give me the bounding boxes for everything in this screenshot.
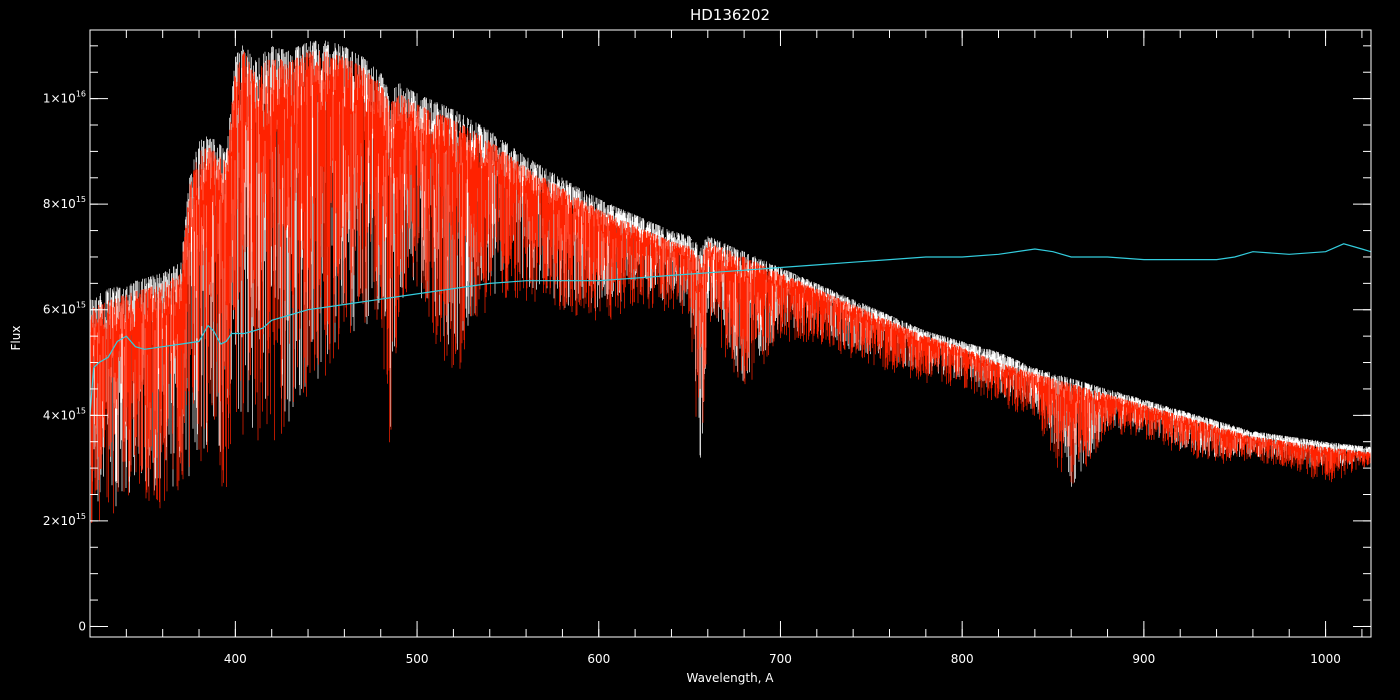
chart-title: HD136202: [690, 6, 770, 24]
x-tick-label: 1000: [1310, 652, 1341, 666]
x-tick-label: 700: [769, 652, 792, 666]
x-tick-label: 600: [587, 652, 610, 666]
x-tick-label: 800: [951, 652, 974, 666]
x-tick-label: 500: [406, 652, 429, 666]
x-tick-label: 900: [1132, 652, 1155, 666]
y-tick-label: 0: [78, 619, 86, 633]
x-axis-label: Wavelength, A: [686, 671, 774, 685]
x-tick-label: 400: [224, 652, 247, 666]
y-axis-label: Flux: [9, 326, 23, 351]
spectrum-chart: HD136202 Wavelength, A Flux 400 500 600 700…: [0, 0, 1400, 700]
